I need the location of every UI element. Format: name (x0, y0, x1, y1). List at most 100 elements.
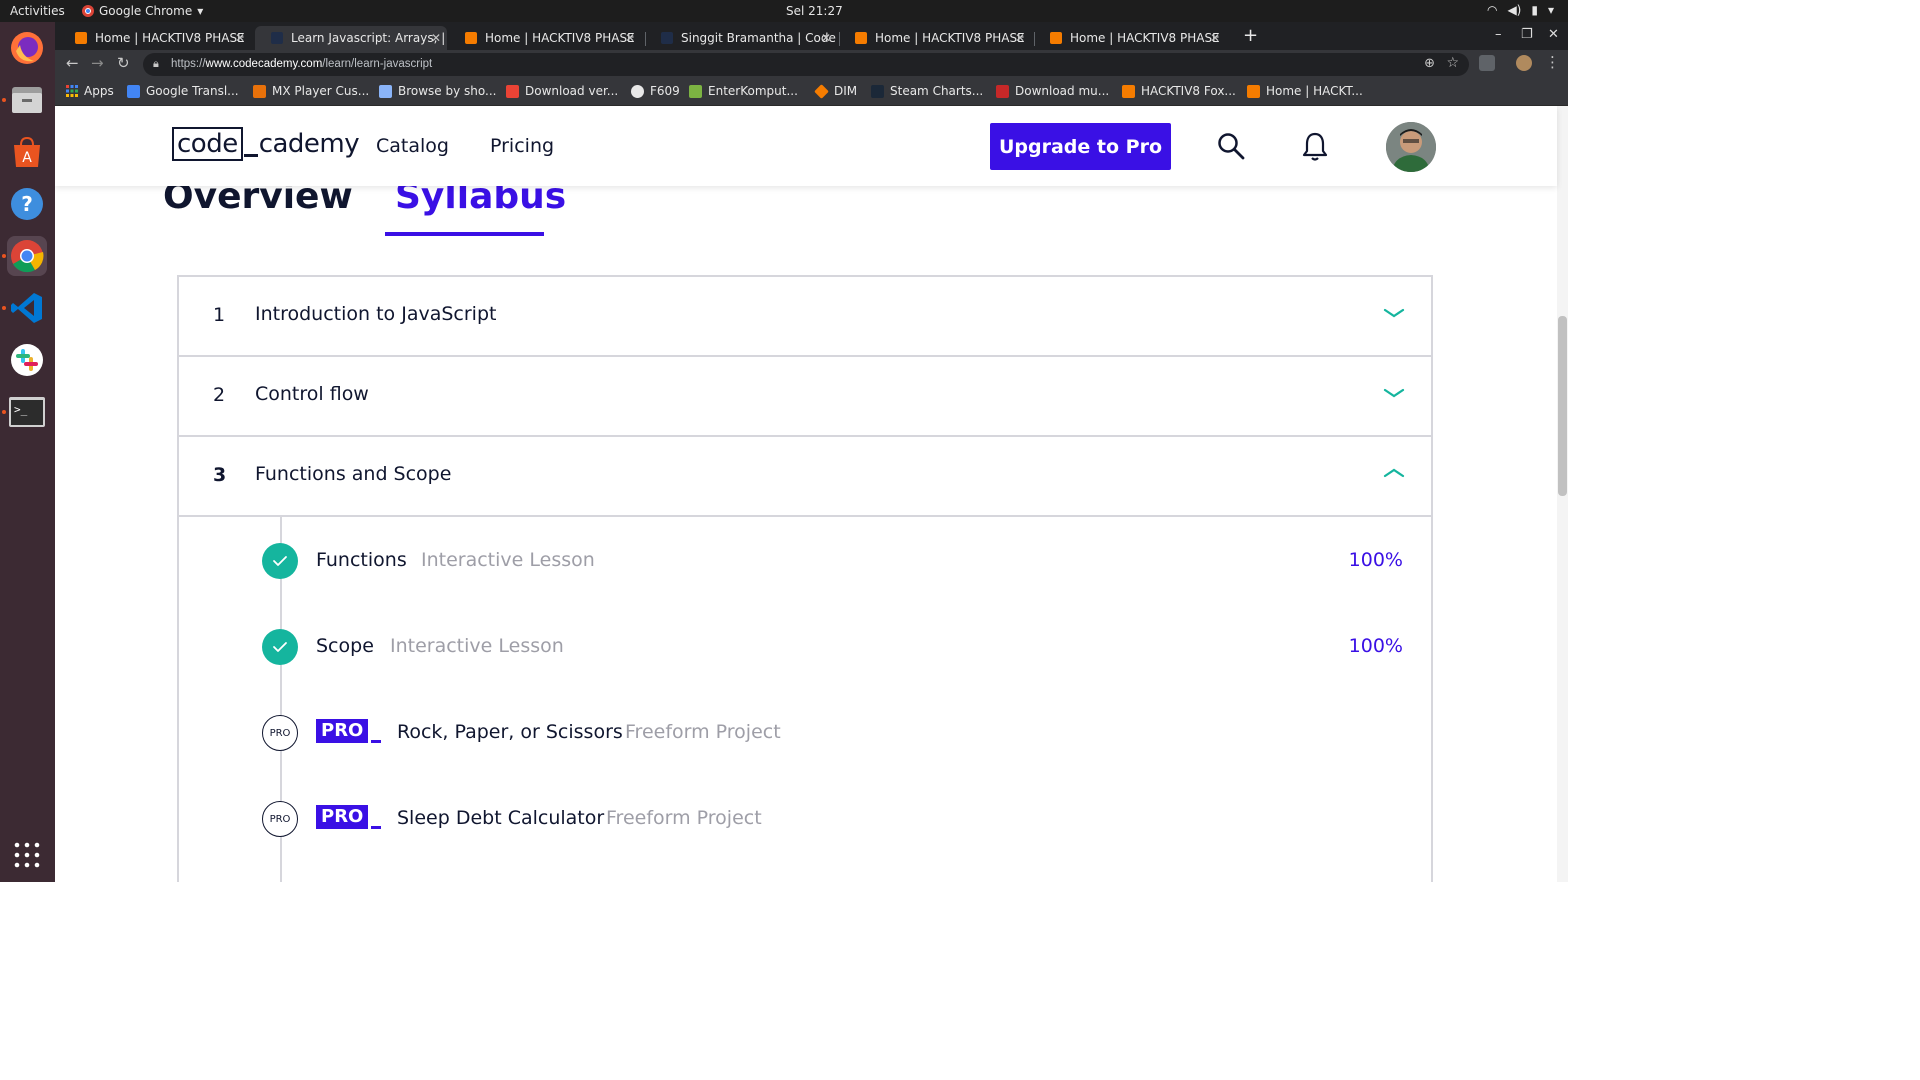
nav-catalog[interactable]: Catalog (376, 135, 449, 157)
bookmark-item[interactable]: Google Transl... (127, 84, 239, 98)
browser-tab-active[interactable]: Learn Javascript: Arrays, | ✕ (255, 26, 447, 50)
bookmark-item[interactable]: Steam Charts... (871, 84, 983, 98)
close-tab-icon[interactable]: ✕ (1015, 31, 1025, 45)
back-icon[interactable]: ← (66, 54, 79, 72)
download-music-icon (996, 84, 1009, 98)
browser-tab[interactable]: Home | HACKTIV8 PHASE ✕ (1034, 26, 1226, 50)
browser-tab-strip: Home | HACKTIV8 PHASE ✕ Learn Javascript… (55, 22, 1568, 50)
chrome-launcher[interactable] (7, 236, 47, 276)
help-icon: ? (11, 188, 43, 220)
url-text: https://www.codecademy.com/learn/learn-j… (171, 58, 432, 70)
app-menu[interactable]: Google Chrome ▾ (82, 4, 203, 18)
browser-tab[interactable]: Home | HACKTIV8 PHASE ✕ (839, 26, 1031, 50)
volume-icon: ◀) (1507, 3, 1522, 17)
chrome-icon (11, 240, 44, 273)
codecademy-logo[interactable]: code cademy (172, 127, 360, 161)
software-center-icon: A (14, 136, 40, 167)
chrome-icon (82, 5, 94, 17)
pro-tag: PRO (316, 805, 382, 829)
pro-tag-cursor (371, 740, 382, 743)
profile-avatar-icon[interactable] (1516, 55, 1532, 71)
logo-cademy: cademy (258, 129, 360, 159)
files-launcher[interactable] (7, 80, 47, 120)
lesson-name: Scope (316, 635, 374, 657)
lesson-item-pro[interactable]: PRO PRO Rock, Paper, or Scissors Freefor… (179, 712, 1431, 752)
hacktiv8-favicon-icon (1122, 84, 1135, 98)
bookmark-item[interactable]: Browse by sho... (379, 84, 496, 98)
forward-icon[interactable]: → (91, 54, 104, 72)
page-scrollbar[interactable] (1557, 106, 1568, 882)
activities-button[interactable]: Activities (10, 4, 65, 18)
bookmark-apps[interactable]: Apps (66, 84, 114, 98)
bookmark-item[interactable]: Home | HACKT... (1247, 84, 1363, 98)
bookmark-item[interactable]: MX Player Cus... (253, 84, 369, 98)
system-menu-caret-icon: ▾ (1547, 3, 1554, 17)
close-tab-icon[interactable]: ✕ (1210, 31, 1220, 45)
close-tab-icon[interactable]: ✕ (625, 31, 635, 45)
chrome-menu-icon[interactable]: ⋮ (1545, 53, 1560, 71)
system-tray[interactable]: ◠ ◀) ▮ ▾ (1487, 3, 1554, 17)
upgrade-button[interactable]: Upgrade to Pro (990, 123, 1171, 170)
close-window-icon[interactable]: ✕ (1548, 27, 1559, 42)
chevron-down-icon[interactable] (1383, 387, 1405, 399)
bookmark-label: Download ver... (525, 84, 619, 98)
svg-text:?: ? (21, 192, 33, 216)
nav-pricing[interactable]: Pricing (490, 135, 554, 157)
lesson-item-pro[interactable]: PRO PRO Sleep Debt Calculator Freeform P… (179, 798, 1431, 838)
extension-shield-icon[interactable] (1479, 55, 1495, 71)
lesson-name: Functions (316, 549, 407, 571)
bookmark-label: HACKTIV8 Fox... (1141, 84, 1236, 98)
new-tab-icon[interactable]: + (1243, 25, 1258, 46)
bookmark-item[interactable]: HACKTIV8 Fox... (1122, 84, 1236, 98)
chevron-up-icon[interactable] (1383, 467, 1405, 479)
lesson-item[interactable]: Scope Interactive Lesson 100% (179, 626, 1431, 666)
bell-icon[interactable] (1302, 132, 1328, 162)
lesson-progress: 100% (1348, 549, 1403, 571)
vscode-launcher[interactable] (7, 288, 47, 328)
search-icon[interactable] (1217, 132, 1245, 160)
hacktiv8-favicon-icon (1247, 84, 1260, 98)
bookmark-item[interactable]: Download ver... (506, 84, 618, 98)
close-tab-icon[interactable]: ✕ (821, 31, 831, 45)
minimize-icon[interactable]: – (1495, 27, 1502, 42)
chevron-down-icon[interactable] (1383, 307, 1405, 319)
bookmark-item[interactable]: EnterKomput... (689, 84, 798, 98)
reload-icon[interactable]: ↻ (117, 54, 130, 72)
close-tab-icon[interactable]: ✕ (235, 31, 245, 45)
show-applications-button[interactable] (7, 835, 47, 875)
globe-icon (631, 84, 644, 98)
lesson-item[interactable]: Functions Interactive Lesson 100% (179, 540, 1431, 580)
app-menu-caret-icon: ▾ (197, 4, 204, 18)
browser-tab[interactable]: Singgit Bramantha | Code ✕ (645, 26, 837, 50)
zoom-icon[interactable]: ⊕ (1424, 56, 1435, 71)
browser-tab[interactable]: Home | HACKTIV8 PHASE ✕ (59, 26, 251, 50)
avatar-photo (1386, 122, 1436, 172)
module-row[interactable]: 2 Control flow (179, 357, 1431, 437)
hacktiv8-favicon-icon (855, 32, 867, 44)
terminal-launcher[interactable]: >_ (7, 392, 47, 432)
module-row[interactable]: 1 Introduction to JavaScript (179, 277, 1431, 357)
slack-launcher[interactable] (7, 340, 47, 380)
clock[interactable]: Sel 21:27 (786, 4, 843, 18)
bookmark-item[interactable]: Download mu... (996, 84, 1109, 98)
module-row-expanded[interactable]: 3 Functions and Scope (179, 437, 1431, 517)
lesson-name: Sleep Debt Calculator (397, 807, 605, 829)
browser-tab[interactable]: Home | HACKTIV8 PHASE ✕ (449, 26, 641, 50)
restore-icon[interactable]: ❐ (1521, 27, 1533, 42)
help-launcher[interactable]: ? (7, 184, 47, 224)
pro-tag: PRO (316, 719, 382, 743)
close-tab-icon[interactable]: ✕ (431, 31, 441, 45)
software-launcher[interactable]: A (7, 132, 47, 172)
firefox-launcher[interactable] (7, 28, 47, 68)
running-indicator (2, 98, 6, 102)
bookmark-label: Apps (84, 84, 114, 98)
bookmark-star-icon[interactable]: ☆ (1446, 55, 1459, 71)
bookmark-item[interactable]: DIM (814, 83, 857, 99)
module-title: Control flow (255, 383, 369, 405)
running-indicator (2, 254, 6, 258)
page-viewport: Overview Syllabus code cademy Catalog Pri… (55, 106, 1568, 882)
user-avatar[interactable] (1386, 122, 1436, 172)
address-bar[interactable]: 🔒︎ https://www.codecademy.com/learn/lear… (143, 53, 1469, 76)
scrollbar-thumb[interactable] (1558, 316, 1567, 496)
bookmark-item[interactable]: F609 (631, 84, 680, 98)
